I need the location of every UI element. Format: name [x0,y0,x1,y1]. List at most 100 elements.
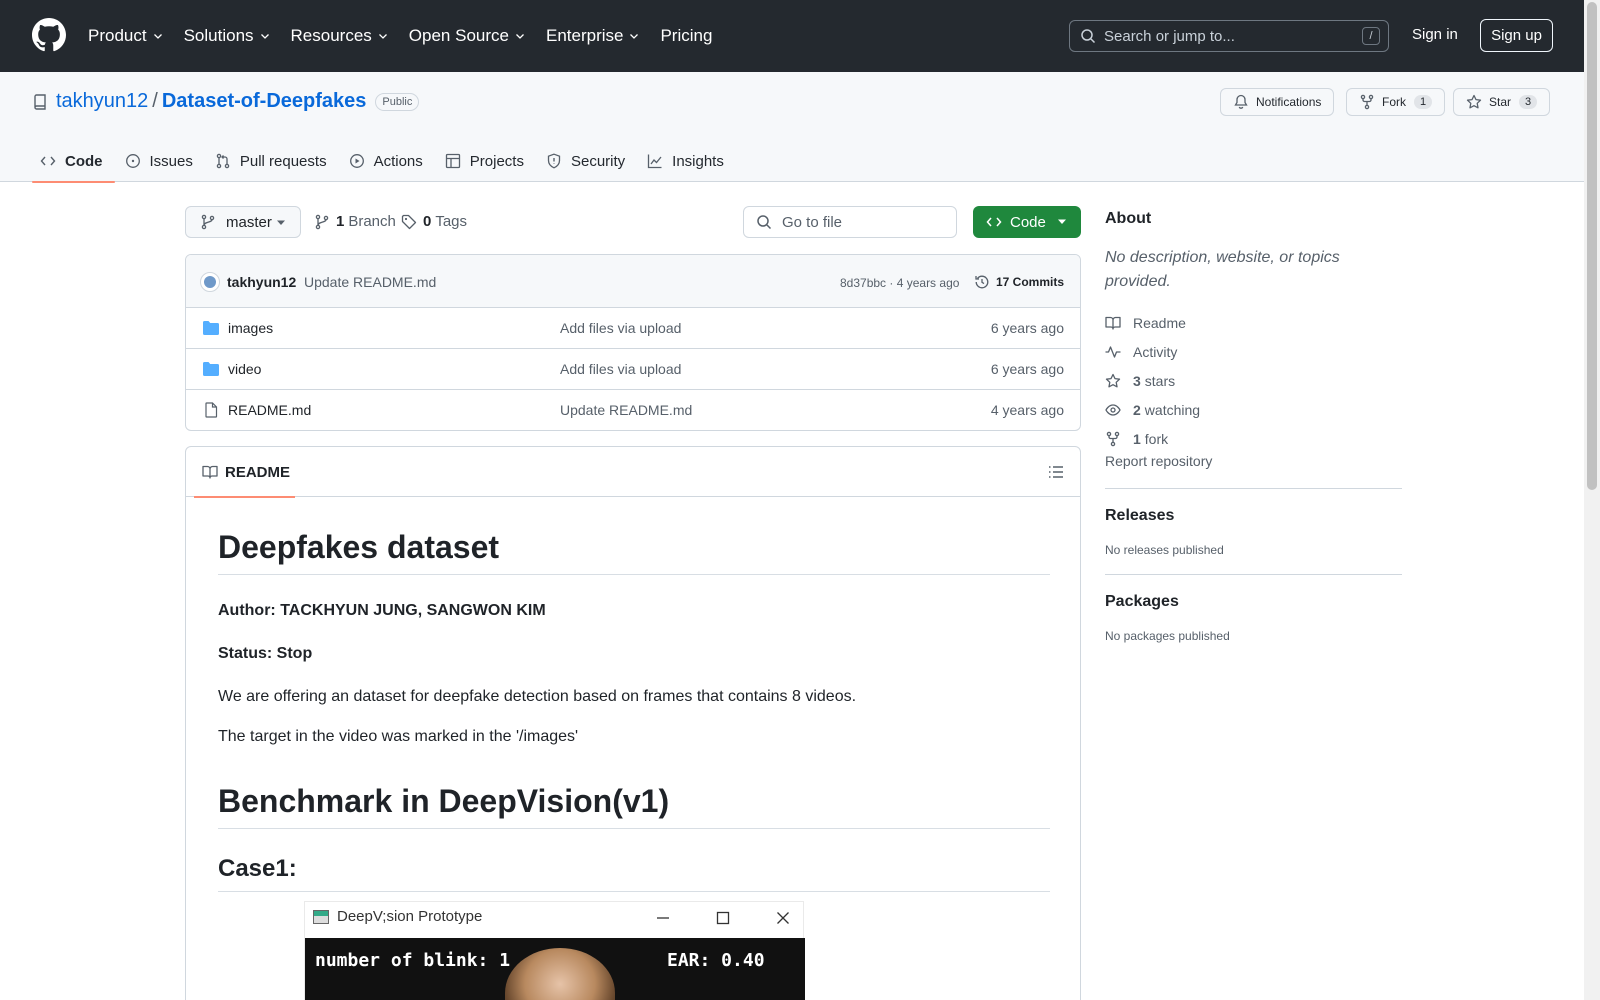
list-outline-icon[interactable] [1048,464,1064,480]
file-date: 6 years ago [990,361,1064,377]
tag-icon [401,214,417,229]
issue-icon [125,154,140,168]
commits-history-link[interactable]: 17 Commits [974,274,1064,290]
file-commit-message[interactable]: Add files via upload [560,320,681,336]
nav-solutions[interactable]: Solutions [184,26,271,46]
go-to-file-input[interactable]: Go to file [743,206,957,238]
file-date: 4 years ago [990,402,1064,418]
activity-link[interactable]: Activity [1105,337,1402,366]
repo-title: takhyun12 / Dataset-of-Deepfakes Public [32,90,420,113]
report-repository-link[interactable]: Report repository [1105,453,1212,469]
tab-projects[interactable]: Projects [437,140,536,182]
repo-name-link[interactable]: Dataset-of-Deepfakes [162,90,367,113]
table-row[interactable]: images Add files via upload 6 years ago [186,308,1080,349]
star-button[interactable]: Star 3 [1453,88,1551,116]
branch-icon [201,214,215,230]
tab-pull-requests[interactable]: Pull requests [207,140,339,182]
tags-link[interactable]: 0 Tags [401,213,467,230]
tab-actions[interactable]: Actions [341,140,435,182]
sign-in-link[interactable]: Sign in [1412,26,1458,43]
readme-content: Deepfakes dataset Author: TACKHYUN JUNG,… [218,529,1050,912]
play-icon [349,154,364,168]
face-image [505,948,615,1000]
file-name-link[interactable]: README.md [228,402,311,418]
nav-product[interactable]: Product [88,26,164,46]
folder-icon [203,321,219,335]
sign-up-button[interactable]: Sign up [1480,19,1553,52]
notifications-button[interactable]: Notifications [1220,88,1335,116]
about-heading: About [1105,210,1152,227]
repo-header: takhyun12 / Dataset-of-Deepfakes Public … [0,72,1584,183]
minimize-icon [653,908,673,928]
chevron-down-icon [516,34,524,39]
code-dropdown-button[interactable]: Code [973,206,1081,238]
scrollbar-thumb[interactable] [1587,2,1597,490]
avatar[interactable] [200,272,220,292]
code-icon [986,217,1002,227]
repo-path-separator: / [152,90,158,112]
stars-link[interactable]: 3 stars [1105,366,1402,395]
github-logo-icon[interactable] [32,18,66,52]
tab-issues[interactable]: Issues [117,140,205,182]
chevron-down-icon [630,34,639,39]
repo-tabs: Code Issues Pull requests Actions Projec… [32,140,738,183]
fork-button[interactable]: Fork 1 [1346,88,1446,116]
nav-pricing[interactable]: Pricing [660,26,712,46]
tab-code[interactable]: Code [32,140,115,183]
search-icon [1081,29,1096,44]
branch-icon [315,214,329,229]
fork-icon [1106,431,1120,446]
global-search-input[interactable]: Search or jump to... / [1069,20,1389,52]
tab-insights[interactable]: Insights [639,140,736,182]
pull-request-icon [216,153,230,169]
file-commit-message[interactable]: Add files via upload [560,361,681,377]
nav-enterprise[interactable]: Enterprise [546,26,640,46]
branches-link[interactable]: 1 Branch [314,213,396,230]
file-name-link[interactable]: video [228,361,261,377]
commit-author-link[interactable]: takhyun12 [227,274,296,290]
forks-link[interactable]: 1 fork [1105,424,1402,453]
file-commit-message[interactable]: Update README.md [560,402,692,418]
repo-sidebar: About No description, website, or topics… [1105,210,1402,643]
global-header: Product Solutions Resources Open Source … [0,0,1584,72]
fork-count: 1 [1414,95,1433,109]
folder-icon [203,362,219,376]
packages-heading[interactable]: Packages [1105,593,1402,611]
packages-empty-text: No packages published [1105,629,1230,643]
file-name-link[interactable]: images [228,320,273,336]
table-row[interactable]: video Add files via upload 6 years ago [186,349,1080,390]
file-icon [205,402,218,418]
search-shortcut-key: / [1362,27,1380,45]
branch-select-button[interactable]: master [185,206,301,238]
caret-down-icon [277,220,285,225]
table-row[interactable]: README.md Update README.md 4 years ago [186,390,1080,430]
search-placeholder: Search or jump to... [1104,27,1235,45]
code-icon [40,156,56,166]
shield-icon [547,153,561,169]
about-links: Readme Activity 3 stars 2 watching 1 for… [1105,308,1402,471]
branch-name: master [226,213,272,231]
eye-icon [1105,403,1121,416]
repo-owner-link[interactable]: takhyun12 [56,90,148,113]
page-scrollbar[interactable] [1584,0,1600,1000]
demo-video-frame: number of blink: 1 EAR: 0.40 [305,938,805,1000]
commit-sha-time[interactable]: 8d37bbc · 4 years ago [840,276,959,290]
watchers-link[interactable]: 2 watching [1105,395,1402,424]
nav-open-source[interactable]: Open Source [409,26,526,46]
readme-tab[interactable]: README [194,447,295,498]
latest-commit-bar: takhyun12 Update README.md 8d37bbc · 4 y… [186,255,1080,308]
chevron-down-icon [153,34,162,39]
readme-link[interactable]: Readme [1105,308,1402,337]
nav-resources[interactable]: Resources [291,26,389,46]
branch-count: 1 [336,213,345,230]
bell-icon [1234,94,1248,109]
pulse-icon [1105,345,1121,358]
tab-security[interactable]: Security [538,140,637,182]
close-icon [773,908,793,928]
demo-window-title: DeepV;sion Prototype [337,908,483,925]
readme-heading-benchmark: Benchmark in DeepVision(v1) [218,783,1050,829]
commit-message-link[interactable]: Update README.md [304,274,436,290]
go-to-file-placeholder: Go to file [782,213,843,231]
main-nav: Product Solutions Resources Open Source … [88,24,732,48]
releases-heading[interactable]: Releases [1105,507,1402,525]
